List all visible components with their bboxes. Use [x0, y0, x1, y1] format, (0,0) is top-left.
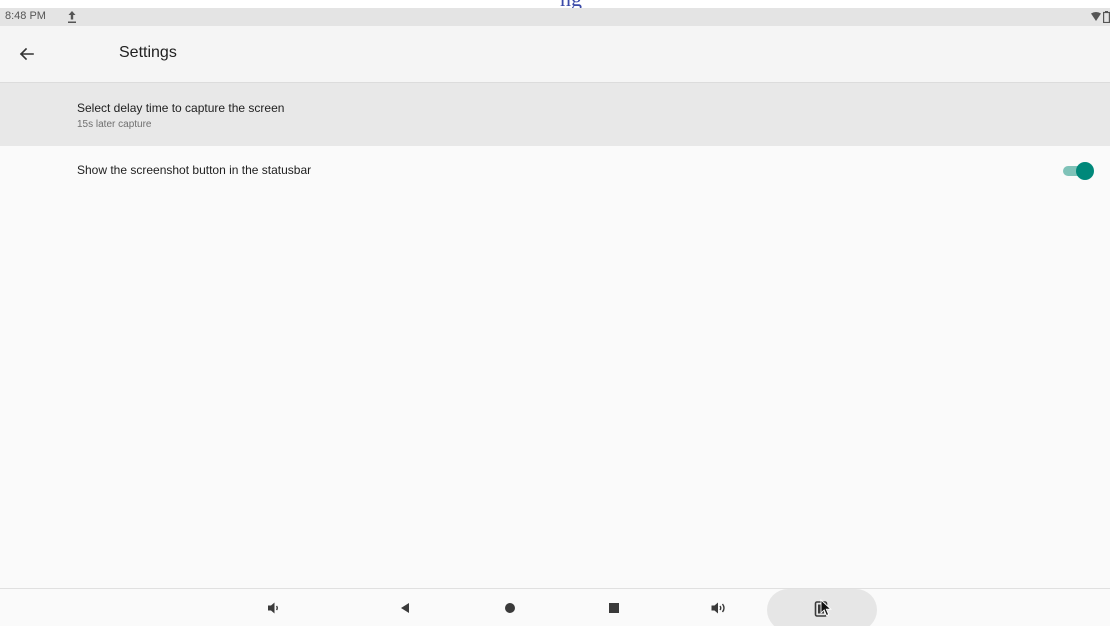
back-button[interactable]: [14, 41, 40, 67]
top-strip: ng: [0, 0, 1110, 11]
pref-delay-time[interactable]: Select delay time to capture the screen …: [0, 83, 1110, 146]
switch-thumb: [1076, 162, 1094, 180]
recents-square-icon: [609, 603, 619, 613]
home-circle-icon: [505, 603, 515, 613]
screen: ng 8:48 PM Settings Select delay time to…: [0, 0, 1110, 626]
wifi-icon: [1091, 12, 1101, 21]
pref-delay-title: Select delay time to capture the screen: [77, 101, 285, 115]
status-bar: 8:48 PM: [0, 8, 1110, 26]
volume-down-icon: [268, 602, 278, 614]
navigation-bar: [0, 588, 1110, 626]
upload-icon: [68, 11, 76, 23]
battery-icon: [1103, 11, 1110, 23]
back-triangle-icon: [401, 603, 409, 613]
volume-up-icon: [711, 602, 725, 614]
nav-recents-button[interactable]: [603, 597, 625, 619]
pref-delay-summary: 15s later capture: [77, 119, 152, 130]
volume-up-button[interactable]: [708, 597, 730, 619]
page-title: Settings: [119, 44, 177, 61]
app-bar: Settings: [0, 26, 1110, 83]
volume-down-button[interactable]: [263, 597, 285, 619]
nav-home-button[interactable]: [499, 597, 521, 619]
nav-back-button[interactable]: [394, 597, 416, 619]
pref-statusbar-button[interactable]: Show the screenshot button in the status…: [0, 146, 1110, 194]
statusbar-button-switch[interactable]: [1063, 162, 1094, 180]
status-time: 8:48 PM: [5, 10, 46, 22]
screenshot-button[interactable]: [767, 589, 877, 626]
pref-statusbar-title: Show the screenshot button in the status…: [77, 163, 312, 177]
arrow-back-icon: [19, 47, 34, 61]
screenshot-icon: [814, 601, 828, 617]
